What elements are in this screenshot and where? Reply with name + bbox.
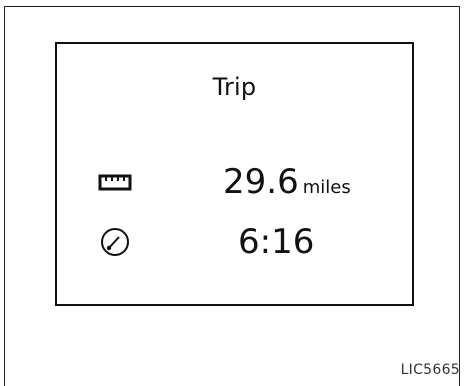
gauge-icon — [101, 228, 129, 256]
trip-distance-value: 29.6 miles — [223, 162, 351, 208]
distance-unit: miles — [302, 177, 351, 198]
ruler-icon — [98, 174, 132, 191]
trip-time-value: 6:16 — [238, 222, 315, 262]
figure-code: LIC5665 — [400, 362, 460, 378]
trip-display-screen: Trip 29.6 miles 6:16 — [55, 42, 414, 306]
distance-number: 29.6 — [223, 162, 299, 202]
screen-title: Trip — [212, 73, 257, 101]
trip-time-row: 6:16 — [57, 222, 412, 262]
trip-distance-row: 29.6 miles — [57, 162, 412, 202]
